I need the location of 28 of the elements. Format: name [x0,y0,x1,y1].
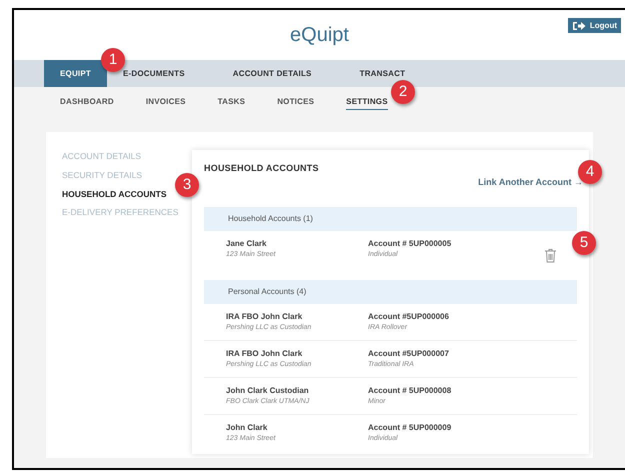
logo: eQuipt [290,23,349,48]
sub-tab[interactable]: SETTINGS [346,96,388,110]
account-cell-text: John Clark Custodian [226,384,310,397]
group-header: Household Accounts (1) [204,207,577,231]
account-cell-text: Account # 5UP000008 [368,384,452,397]
trash-icon[interactable] [544,248,557,263]
logout-button[interactable]: Logout [568,18,621,33]
group-header: Personal Accounts (4) [204,280,577,304]
account-cell-text: Account #5UP000007 [368,348,450,360]
sub-tab[interactable]: NOTICES [277,96,314,110]
nav-tab[interactable]: ACCOUNT DETAILS [232,68,312,80]
nav-tab[interactable]: TRANSACT [360,68,406,80]
sub-tab[interactable]: TASKS [218,96,246,110]
nav-tab[interactable]: EQUIPT [44,60,107,87]
sidebar-item[interactable]: HOUSEHOLD ACCOUNTS [62,188,167,200]
account-cell-text: John Clark [226,422,268,434]
sub-tab[interactable]: DASHBOARD [60,96,114,110]
logout-icon [572,20,586,30]
callout-badge: 1 [101,48,125,72]
sub-tab[interactable]: INVOICES [146,96,186,110]
nav-tab[interactable]: E-DOCUMENTS [122,68,185,80]
account-cell-text: IRA FBO John Clark [226,348,304,360]
account-cell-text: Account #5UP000006 [368,310,450,323]
account-cell-text: Account # 5UP000009 [368,422,452,434]
account-cell-text: IRA FBO John Clark [226,310,304,323]
account-cell-text: Jane Clark [226,238,268,250]
account-cell-text: Account # 5UP000005 [368,238,452,250]
panel-title: HOUSEHOLD ACCOUNTS [204,162,319,175]
